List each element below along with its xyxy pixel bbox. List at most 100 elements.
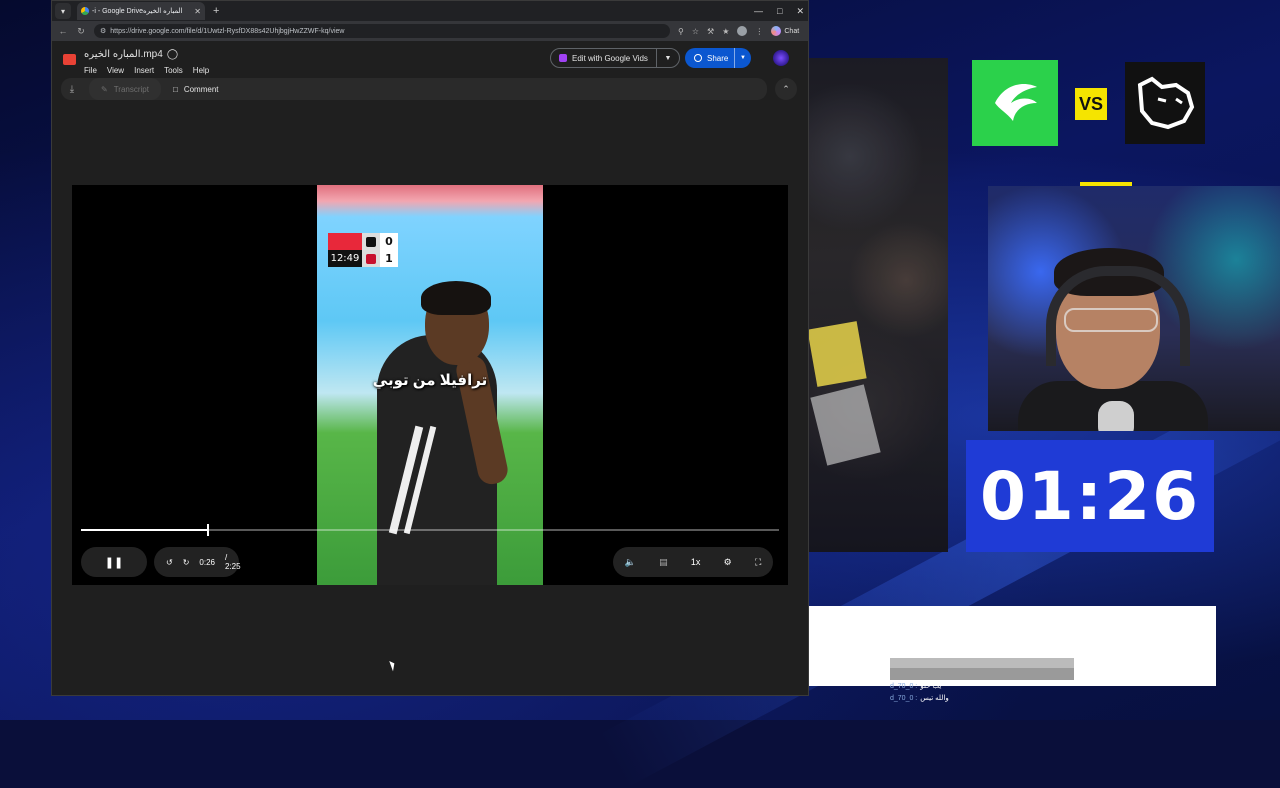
forward-10-icon[interactable]: ↻ [183,558,190,567]
match-clock: 12:49 [328,250,362,267]
away-crest [362,250,380,267]
menu-insert[interactable]: Insert [134,66,154,75]
home-crest [362,233,380,250]
video-player[interactable]: 0 12:49 1 ترافيلا من توبي ❚❚ ↺ ↻ 0:26 / … [72,185,788,585]
chat-user: d_70_0 : [890,694,918,702]
volume-icon[interactable]: 🔈 [625,557,636,568]
time-controls: ↺ ↻ 0:26 / 2:25 [154,547,241,577]
current-time: 0:26 [199,557,215,567]
download-icon[interactable]: ⤓ [61,78,83,100]
edit-with-vids-label: Edit with Google Vids [572,53,648,63]
chat-header [890,658,1074,668]
address-bar: ← ↻ ⚙ https://drive.google.com/file/d/1U… [52,21,808,41]
drive-favicon-icon [81,7,89,15]
stream-timer: 01:26 [966,440,1214,552]
seek-bar[interactable] [81,524,779,536]
share-label: Share [707,53,729,63]
home-color-bar [328,233,362,250]
chat-text: والله تيس [920,695,949,702]
duration: / 2:25 [224,553,241,571]
bookmark-star-icon[interactable]: ☆ [692,27,699,36]
favorites-icon[interactable]: ★ [722,27,729,36]
settings-gear-icon[interactable]: ⚙ [724,557,732,568]
video-caption: ترافيلا من توبي [372,372,488,389]
zoom-icon[interactable]: ⚲ [678,27,684,36]
home-score: 0 [380,233,398,250]
shared-icon[interactable]: ◯ [167,49,178,60]
crowd-sign [807,321,867,387]
tab-title: -i - Google Driveالمباره الخيره [92,8,183,15]
chat-overlay: d_70_0 : يب حلو d_70_0 : والله تيس [890,658,1074,724]
menu-help[interactable]: Help [193,66,209,75]
scorebug-away-row: 12:49 1 [328,250,398,267]
transcript-icon: ✎ [101,84,108,94]
new-tab-icon[interactable]: + [213,5,219,17]
vs-badge: VS [1075,88,1107,120]
seek-progress [81,529,207,531]
comment-button[interactable]: □ Comment [161,78,231,100]
close-window-icon[interactable]: ✕ [796,6,804,17]
transcript-label: Transcript [113,84,149,94]
file-name: المباره الخيره.mp4 [84,49,163,60]
team-right-logo [1125,62,1205,144]
tab-drive[interactable]: -i - Google Driveالمباره الخيره ✕ [77,2,205,20]
seek-handle[interactable] [206,524,209,536]
pause-button[interactable]: ❚❚ [81,547,147,577]
chat-user: d_70_0 : [890,682,918,690]
viewer-toolbar: ⤓ ✎ Transcript □ Comment [61,78,767,100]
transcript-button[interactable]: ✎ Transcript [89,78,161,100]
away-score: 1 [380,250,398,267]
chat-text: يب حلو [920,683,942,690]
menu-tools[interactable]: Tools [164,66,183,75]
menu-file[interactable]: File [84,66,97,75]
glasses-icon [1064,308,1158,332]
back-icon[interactable]: ← [58,26,68,36]
captions-icon[interactable]: ▤ [659,557,668,568]
falcon-icon [995,84,1037,121]
panther-icon [1137,76,1195,130]
rewind-10-icon[interactable]: ↺ [166,558,173,567]
match-scorebug: 0 12:49 1 [328,233,398,267]
footballer-hair [421,281,491,315]
vids-dropdown-icon[interactable]: ▼ [656,49,679,67]
tab-bar: ▾ -i - Google Driveالمباره الخيره ✕ + — … [52,1,808,21]
collapse-toolbar-icon[interactable]: ⌃ [775,78,797,100]
maximize-icon[interactable]: □ [777,6,782,16]
minimize-icon[interactable]: — [754,6,763,16]
chat-highlight-row [890,668,1074,680]
file-title: المباره الخيره.mp4 ◯ [84,49,178,60]
url-input[interactable]: ⚙ https://drive.google.com/file/d/1Uwtzl… [94,24,670,38]
pause-icon: ❚❚ [104,556,124,569]
profile-avatar[interactable] [737,26,748,36]
account-avatar[interactable] [773,50,789,66]
share-button[interactable]: Share ▼ [685,48,751,68]
playback-speed[interactable]: 1x [691,557,701,567]
comment-icon: □ [172,84,178,94]
video-file-icon [63,54,76,65]
reload-icon[interactable]: ↻ [76,26,86,37]
more-menu-icon[interactable]: ⋮ [755,27,763,36]
chat-button-label: Chat [784,27,800,35]
globe-icon [694,54,702,62]
tab-close-icon[interactable]: ✕ [194,7,201,16]
toolbar-icons: ⚲ ☆ ⚒ ★ ⋮ Chat [678,26,799,36]
gemini-icon [771,26,782,36]
share-dropdown-icon[interactable]: ▼ [734,48,751,68]
scorebug-home-row: 0 [328,233,398,250]
chat-button[interactable]: Chat [771,26,799,36]
extension-icon[interactable]: ⚒ [707,27,714,36]
menu-bar: File View Insert Tools Help [84,66,209,75]
url-text: https://drive.google.com/file/d/1Uwtzl-R… [110,27,345,35]
tab-search-icon[interactable]: ▾ [55,3,71,19]
window-controls: — □ ✕ [754,1,804,21]
microphone-icon [1098,401,1134,431]
site-info-icon[interactable]: ⚙ [100,27,106,35]
fullscreen-icon[interactable]: ⛶ [755,557,761,568]
video-frame: 0 12:49 1 ترافيلا من توبي [317,185,543,585]
home-crest-icon [366,236,376,247]
edit-with-vids-button[interactable]: Edit with Google Vids ▼ [550,48,680,68]
menu-view[interactable]: View [107,66,124,75]
browser-window: ▾ -i - Google Driveالمباره الخيره ✕ + — … [51,0,809,696]
away-crest-icon [366,253,376,264]
right-controls: 🔈 ▤ 1x ⚙ ⛶ [613,547,773,577]
